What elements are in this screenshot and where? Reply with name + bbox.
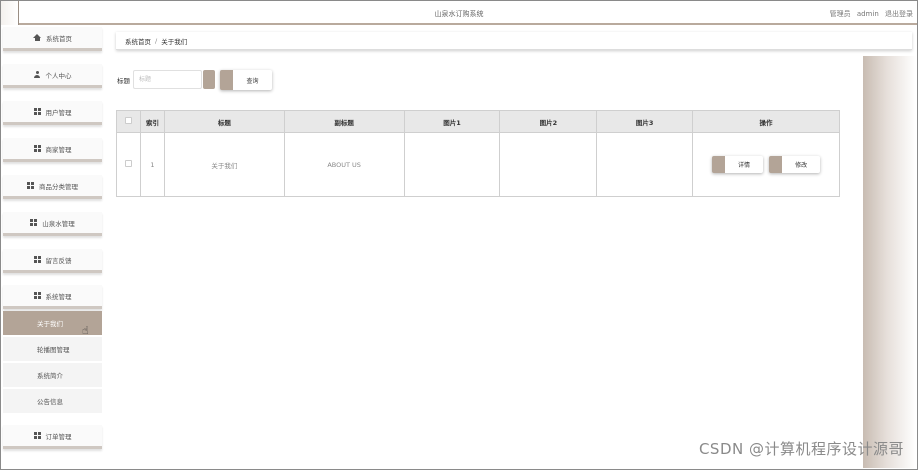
sidebar-item-merchants[interactable]: 商家管理 xyxy=(3,138,102,162)
search-decor xyxy=(203,70,215,89)
header-actions: 操作 xyxy=(692,110,840,133)
sidebar-item-feedback[interactable]: 留言反馈 xyxy=(3,249,102,273)
header-title: 标题 xyxy=(163,110,285,133)
sidebar-item-orders[interactable]: 订单管理 xyxy=(3,425,102,449)
header-image1: 图片1 xyxy=(403,110,501,133)
sidebar: 系统首页 个人中心 用户管理 商家管理 商品分类管理 山泉水管理 留言反馈 系统… xyxy=(1,27,102,469)
header-select-all[interactable] xyxy=(116,110,141,133)
sidebar-subitem-label: 系统简介 xyxy=(37,372,63,380)
top-header: 山泉水订购系统 管理员 admin 退出登录 xyxy=(1,1,917,25)
sidebar-subitem-label: 关于我们 xyxy=(37,320,63,328)
sidebar-subitem-notice[interactable]: 公告信息 xyxy=(3,389,102,414)
breadcrumb-separator: / xyxy=(155,36,158,45)
grid-icon xyxy=(33,432,41,439)
search-label: 标题 xyxy=(117,77,130,85)
grid-icon xyxy=(27,182,34,189)
breadcrumb-home[interactable]: 系统首页 xyxy=(125,36,151,46)
grid-icon xyxy=(33,108,41,115)
sidebar-item-label: 个人中心 xyxy=(45,71,72,80)
user-area: 管理员 admin 退出登录 xyxy=(826,9,913,19)
header-image3: 图片3 xyxy=(596,110,694,133)
cell-image3 xyxy=(596,132,694,197)
data-table: 索引 标题 副标题 图片1 图片2 图片3 操作 1 关于我们 ABOUT US… xyxy=(116,110,840,197)
sidebar-item-users[interactable]: 用户管理 xyxy=(3,101,102,125)
table-row: 1 关于我们 ABOUT US 详情 修改 xyxy=(116,132,840,197)
header-index: 索引 xyxy=(139,110,165,133)
cell-image2 xyxy=(499,132,598,197)
row-select-cell[interactable] xyxy=(116,132,141,197)
sidebar-item-categories[interactable]: 商品分类管理 xyxy=(3,175,102,199)
sidebar-subitem-intro[interactable]: 系统简介 xyxy=(3,363,102,388)
sidebar-item-water[interactable]: 山泉水管理 xyxy=(3,212,102,236)
sidebar-item-home[interactable]: 系统首页 xyxy=(3,27,102,51)
grid-icon xyxy=(33,292,41,299)
sidebar-item-label: 用户管理 xyxy=(45,108,72,117)
app-title: 山泉水订购系统 xyxy=(434,10,484,18)
grid-icon xyxy=(33,145,41,152)
edit-button[interactable]: 修改 xyxy=(769,156,821,173)
watermark: CSDN @计算机程序设计源哥 xyxy=(698,440,904,458)
detail-button[interactable]: 详情 xyxy=(712,156,763,173)
right-decor-panel xyxy=(863,56,916,468)
sidebar-subitem-label: 公告信息 xyxy=(37,398,63,406)
sidebar-subitem-carousel[interactable]: 轮播图管理 xyxy=(3,337,102,362)
row-checkbox[interactable] xyxy=(124,160,132,167)
cell-subtitle: ABOUT US xyxy=(283,132,405,197)
cell-index: 1 xyxy=(139,132,165,197)
title-search-input[interactable] xyxy=(133,70,202,89)
sidebar-item-label: 商家管理 xyxy=(45,145,72,154)
grid-icon xyxy=(30,219,38,226)
sidebar-item-label: 留言反馈 xyxy=(45,256,72,265)
select-all-checkbox[interactable] xyxy=(124,117,132,124)
user-role: 管理员 xyxy=(829,10,851,18)
cell-image1 xyxy=(403,132,501,197)
hand-cursor-icon: ☝ xyxy=(82,324,89,337)
sidebar-item-label: 山泉水管理 xyxy=(42,219,75,228)
breadcrumb-current: 关于我们 xyxy=(161,37,188,46)
query-button[interactable]: 查询 xyxy=(220,70,272,90)
logout-link[interactable]: 退出登录 xyxy=(885,10,913,18)
header-subtitle: 副标题 xyxy=(283,110,405,133)
user-icon xyxy=(34,71,41,78)
home-icon xyxy=(33,34,41,41)
cell-actions: 详情 修改 xyxy=(692,132,840,197)
sidebar-item-label: 订单管理 xyxy=(45,432,72,441)
sidebar-subitem-label: 轮播图管理 xyxy=(37,346,70,354)
grid-icon xyxy=(33,256,41,263)
sidebar-item-label: 商品分类管理 xyxy=(39,182,78,191)
table-header-row: 索引 标题 副标题 图片1 图片2 图片3 操作 xyxy=(116,110,840,133)
header-image2: 图片2 xyxy=(499,110,598,133)
sidebar-item-system[interactable]: 系统管理 xyxy=(3,285,102,309)
sidebar-item-label: 系统管理 xyxy=(45,292,72,301)
username: admin xyxy=(856,10,879,18)
sidebar-item-profile[interactable]: 个人中心 xyxy=(3,64,102,88)
breadcrumb: 系统首页 / 关于我们 xyxy=(116,32,912,50)
sidebar-item-label: 系统首页 xyxy=(46,34,72,43)
cell-title: 关于我们 xyxy=(163,132,285,197)
